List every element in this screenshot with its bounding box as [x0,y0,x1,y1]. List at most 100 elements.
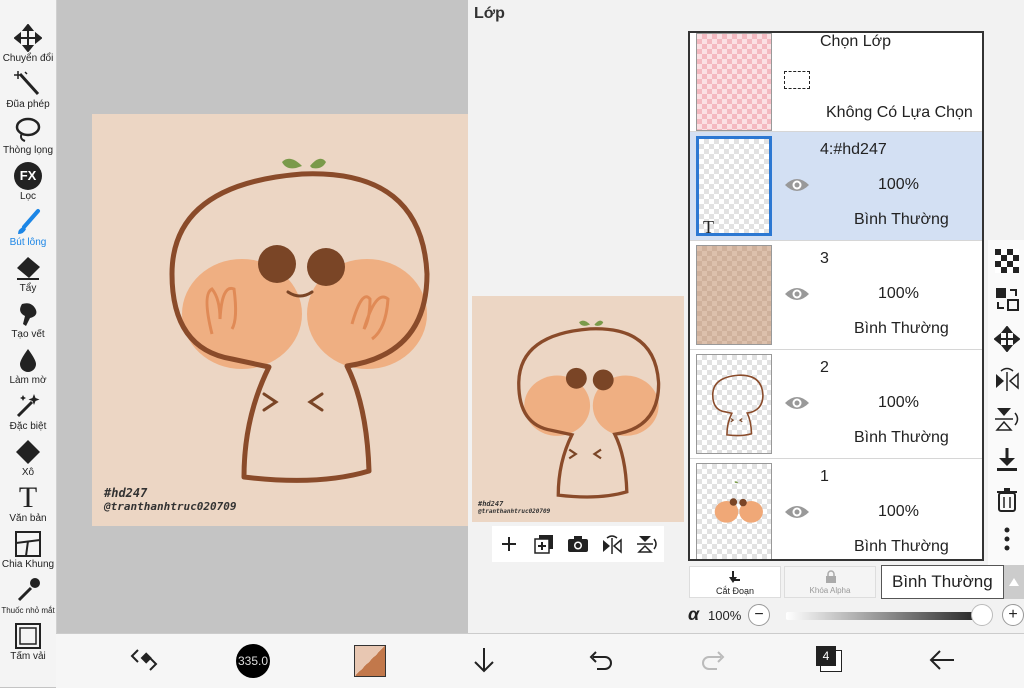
mouth [286,290,314,298]
blend-mode-dropdown[interactable] [1004,565,1024,599]
layer-row[interactable]: 2 100% Bình Thường [690,350,982,459]
bucket-icon [16,440,40,464]
tool-blur[interactable]: Làm mờ [0,344,56,390]
alpha-symbol: α [688,604,700,624]
add-layer-copy-button[interactable] [532,532,556,556]
arrow-down-icon[interactable] [468,644,500,676]
back-arrow-icon[interactable] [926,644,958,676]
layer-swap-icon[interactable] [994,286,1020,312]
opacity-increase-button[interactable]: + [1002,604,1024,626]
opacity-slider[interactable] [786,612,982,620]
opacity-control: α 100% − + [686,603,1024,629]
move-layer-icon[interactable] [994,326,1020,352]
tool-eyedropper[interactable]: Thuốc nhỏ mắt [0,574,56,620]
visibility-eye-icon[interactable] [784,176,810,194]
layer-blend-mode: Bình Thường [854,320,949,337]
undo-icon[interactable] [584,644,616,676]
clipping-button[interactable]: Cắt Đoạn [689,566,781,598]
tool-special[interactable]: Đặc biệt [0,390,56,436]
layer-row[interactable]: T 4:#hd247 100% Bình Thường [690,132,982,241]
more-options-icon[interactable] [994,526,1020,552]
smudge-icon [20,303,37,326]
tool-brush[interactable]: Bút lông [0,206,56,252]
opacity-slider-thumb[interactable] [971,604,993,626]
brush-size-value: 335.0 [237,654,269,668]
frame-divider-icon [15,531,41,557]
sparkle-icon [16,394,40,418]
fx-icon: FX [14,162,42,190]
tool-label: Tạo vết [11,329,45,340]
clipping-label: Cắt Đoạn [715,586,755,596]
tool-label: Văn bản [9,513,47,524]
color-thumbnail-art [714,481,763,523]
layer-thumbnail: T [696,136,772,236]
tool-label: Thòng lọng [2,145,54,156]
tool-frame-divider[interactable]: Chia Khung [0,528,56,574]
delete-layer-icon[interactable] [994,486,1020,512]
opacity-decrease-button[interactable]: − [748,604,770,626]
tool-label: Chuyển đổi [2,53,54,64]
tool-canvas[interactable]: Tấm vải [0,620,56,666]
import-photo-button[interactable] [566,532,590,556]
flip-layer-horizontal-icon[interactable] [994,366,1020,392]
layers-button[interactable]: 4 [816,646,842,674]
preview-illustration [517,320,661,499]
layer-opacity: 100% [878,503,919,520]
blend-mode-select[interactable]: Bình Thường [881,565,1004,599]
layer-row[interactable]: 3 100% Bình Thường [690,241,982,350]
canvas-preview[interactable]: #hd247 @tranthanhtruc020709 [472,296,684,522]
tool-text[interactable]: T Văn bản [0,482,56,528]
layer-name: 3 [820,250,829,267]
visibility-eye-icon[interactable] [784,285,810,303]
canvas-icon [15,623,41,649]
flip-horizontal-icon [603,535,623,554]
flip-vertical-button[interactable] [635,532,659,556]
eyedropper-icon [17,578,40,602]
layer-blend-mode: Bình Thường [854,211,949,228]
flip-layer-vertical-icon[interactable] [994,406,1020,432]
clipping-arrow-icon [729,571,740,583]
layer-blend-mode: Bình Thường [854,538,949,555]
drawing-canvas[interactable]: #hd247 @tranthanhtruc020709 [92,114,468,526]
visibility-eye-icon[interactable] [784,394,810,412]
layer-actions-toolbar [492,526,664,562]
text-layer-icon: T [703,217,714,236]
redo-icon[interactable] [698,644,730,676]
tool-label: Bút lông [9,237,47,248]
color-swap-icon[interactable] [128,644,160,676]
eraser-icon [17,257,40,280]
layer-list: Chọn Lớp Không Có Lựa Chọn T 4:#hd247 10… [688,31,984,561]
color-picker-swatch[interactable] [354,645,386,677]
selection-layer-row[interactable]: Chọn Lớp Không Có Lựa Chọn [690,33,982,132]
text-icon: T [18,481,38,514]
layer-row[interactable]: 1 100% Bình Thường [690,459,982,559]
merge-down-icon[interactable] [994,446,1020,472]
transparency-checker-icon[interactable] [994,248,1020,274]
selection-layer-title: Chọn Lớp [820,33,891,50]
visibility-eye-icon[interactable] [784,503,810,521]
layer-thumbnail [696,245,772,345]
arm-left [262,392,279,412]
eye-left [258,245,296,283]
flip-horizontal-button[interactable] [600,532,624,556]
alpha-lock-button[interactable]: Khóa Alpha [784,566,876,598]
selection-marquee-icon [784,71,810,89]
tool-eraser[interactable]: Tẩy [0,252,56,298]
add-layer-button[interactable] [497,532,521,556]
tool-filter[interactable]: FX Lọc [0,160,56,206]
eye-right [307,248,345,286]
tool-bucket[interactable]: Xô [0,436,56,482]
layer-thumbnail [696,463,772,559]
tool-smudge[interactable]: Tạo vết [0,298,56,344]
brush-size-indicator[interactable]: 335.0 [236,644,270,678]
tool-label: Thuốc nhỏ mắt [1,606,55,615]
tool-label: Làm mờ [9,375,47,386]
tool-lasso[interactable]: Thòng lọng [0,114,56,160]
tool-transform[interactable]: Chuyển đổi [0,22,56,68]
tool-magic-wand[interactable]: Đũa phép [0,68,56,114]
layer-opacity: 100% [878,394,919,411]
tool-label: Tẩy [19,283,37,294]
triangle-up-icon [1009,578,1019,586]
brush-icon [18,209,40,234]
panel-title: Lớp [474,5,505,22]
